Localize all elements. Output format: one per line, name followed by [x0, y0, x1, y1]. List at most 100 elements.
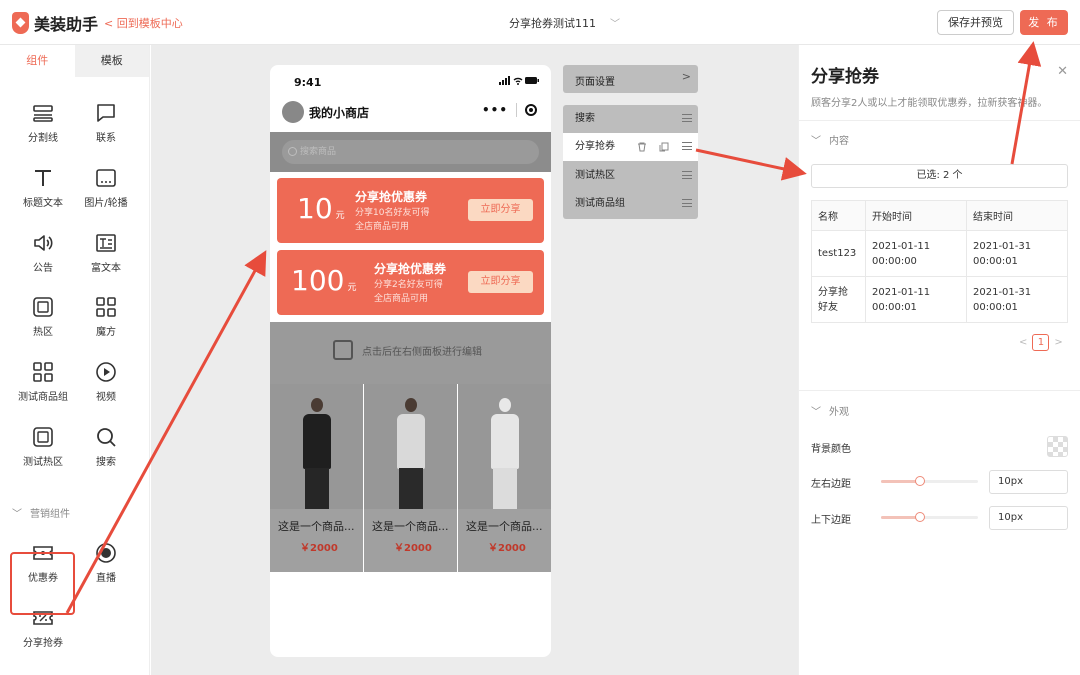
app-logo[interactable]: 美装助手 — [12, 11, 98, 35]
component-label: 搜索 — [96, 457, 116, 468]
grid-icon — [96, 297, 116, 317]
content-section-toggle[interactable]: ﹀ 内容 — [811, 132, 849, 147]
hotzone-placeholder[interactable]: 点击后在右侧面板进行编辑 — [270, 322, 551, 384]
column-header: 结束时间 — [966, 200, 1068, 231]
copy-icon[interactable] — [659, 142, 669, 152]
module-item-test-product-group[interactable]: 测试商品组 — [563, 190, 698, 218]
tb-margin-input[interactable]: 10px — [989, 506, 1068, 530]
drag-handle-icon[interactable] — [682, 142, 692, 150]
component-title-text[interactable]: 标题文本 — [13, 167, 73, 209]
tb-margin-slider[interactable] — [881, 512, 978, 522]
cell-time: 00:00:01 — [973, 301, 1018, 313]
slider-handle[interactable] — [914, 476, 925, 486]
appearance-section-toggle[interactable]: ﹀ 外观 — [811, 403, 849, 418]
module-item-test-hotzone[interactable]: 测试热区 — [563, 162, 698, 190]
lr-margin-input[interactable]: 10px — [989, 470, 1068, 494]
share-now-button[interactable]: 立即分享 — [468, 199, 533, 221]
component-label: 魔方 — [96, 327, 116, 338]
shop-header: 我的小商店 — [282, 101, 369, 123]
coupon-desc: 分享10名好友可得 全店商品可用 — [355, 206, 429, 234]
tab-templates[interactable]: 模板 — [74, 45, 149, 77]
column-header: 开始时间 — [865, 200, 967, 231]
delete-icon[interactable] — [637, 142, 647, 152]
component-label: 视频 — [96, 392, 116, 403]
table-row[interactable]: 分享抢 好友 2021-01-11 00:00:01 2021-01-31 00:00… — [811, 276, 1068, 323]
back-to-templates-link[interactable]: < 回到模板中心 — [104, 15, 183, 31]
cell-end: 2021-01-31 00:00:01 — [966, 230, 1068, 277]
product-card[interactable]: 这是一个商品... ￥2000 — [458, 384, 551, 572]
cell-start: 2021-01-11 00:00:01 — [865, 276, 967, 323]
table-row[interactable]: test123 2021-01-11 00:00:00 2021-01-31 00:… — [811, 230, 1068, 277]
coupon-card[interactable]: 10 元 分享抢优惠券 分享10名好友可得 全店商品可用 立即分享 — [277, 178, 544, 243]
component-divider[interactable]: 分割线 — [13, 102, 73, 144]
live-icon — [96, 543, 116, 563]
page-settings-button[interactable]: 页面设置 > — [563, 65, 698, 93]
drag-handle-icon[interactable] — [682, 199, 692, 207]
save-preview-button[interactable]: 保存并预览 — [937, 10, 1014, 35]
bg-color-picker[interactable] — [1047, 436, 1068, 457]
lr-margin-slider[interactable] — [881, 476, 978, 486]
product-image — [270, 384, 363, 509]
component-label: 分享抢券 — [23, 638, 63, 649]
drag-handle-icon[interactable] — [682, 171, 692, 179]
selected-coupons-button[interactable]: 已选: 2 个 — [811, 164, 1068, 188]
mini-program-capsule[interactable]: ••• — [482, 103, 537, 117]
component-hotzone[interactable]: 热区 — [13, 296, 73, 338]
component-live[interactable]: 直播 — [76, 542, 136, 584]
module-item-share-coupon[interactable]: 分享抢券 — [563, 133, 698, 161]
phone-preview: 9:41 我的小商店 ••• 搜索商品 10 元 分享抢优惠券 分享10名好友可得… — [270, 65, 551, 657]
pagination: < 1 > — [1019, 334, 1063, 351]
tab-components[interactable]: 组件 — [0, 45, 75, 77]
component-notice[interactable]: 公告 — [13, 232, 73, 274]
coupon-line2: 全店商品可用 — [374, 294, 429, 304]
panel-title: 分享抢券 — [811, 67, 879, 87]
component-label: 测试热区 — [23, 457, 63, 468]
component-image-carousel[interactable]: 图片/轮播 — [76, 167, 136, 209]
component-test-hotzone[interactable]: 测试热区 — [13, 426, 73, 468]
page-title-dropdown[interactable]: 分享抢券测试111 ﹀ — [509, 15, 620, 31]
drag-handle-icon[interactable] — [682, 114, 692, 122]
page-settings-label: 页面设置 — [575, 77, 615, 88]
more-icon[interactable]: ••• — [482, 103, 508, 117]
component-search[interactable]: 搜索 — [76, 426, 136, 468]
component-rich-text[interactable]: 富文本 — [76, 232, 136, 274]
component-contact[interactable]: 联系 — [76, 102, 136, 144]
cell-date: 2021-01-31 — [973, 286, 1032, 298]
marketing-section-toggle[interactable]: ﹀ 营销组件 — [12, 505, 70, 520]
coupon-card[interactable]: 100 元 分享抢优惠券 分享2名好友可得 全店商品可用 立即分享 — [277, 250, 544, 315]
search-module-preview[interactable]: 搜索商品 — [270, 132, 551, 172]
module-item-search[interactable]: 搜索 — [563, 105, 698, 133]
product-card[interactable]: 这是一个商品... ￥2000 — [364, 384, 457, 572]
slider-handle[interactable] — [914, 512, 925, 522]
coupon-line1: 分享2名好友可得 — [374, 280, 443, 290]
close-target-icon[interactable] — [525, 104, 537, 116]
cell-name-line: 好友 — [818, 301, 838, 313]
product-card[interactable]: 这是一个商品... ￥2000 — [270, 384, 363, 572]
product-image — [458, 384, 551, 509]
component-label: 直播 — [96, 573, 116, 584]
coupon-amount: 10 元 — [297, 192, 345, 225]
page-title: 分享抢券测试111 — [509, 17, 596, 30]
prev-page-icon[interactable]: < — [1019, 337, 1027, 348]
product-image — [364, 384, 457, 509]
component-magic-cube[interactable]: 魔方 — [76, 296, 136, 338]
component-video[interactable]: 视频 — [76, 361, 136, 403]
shop-avatar — [282, 101, 304, 123]
component-test-product-group[interactable]: 测试商品组 — [13, 361, 73, 403]
module-label: 搜索 — [575, 113, 595, 124]
share-now-button[interactable]: 立即分享 — [468, 271, 533, 293]
product-price: ￥2000 — [488, 543, 526, 554]
component-label: 公告 — [33, 263, 53, 274]
publish-button[interactable]: 发 布 — [1020, 10, 1068, 35]
hotzone-icon — [33, 427, 53, 447]
close-icon[interactable]: ✕ — [1057, 64, 1068, 79]
next-page-icon[interactable]: > — [1054, 337, 1062, 348]
module-label: 测试商品组 — [575, 198, 625, 209]
app-name: 美装助手 — [34, 15, 99, 34]
slider-fill — [881, 480, 920, 483]
logo-icon — [12, 12, 29, 34]
richtext-icon — [96, 234, 116, 252]
play-icon — [96, 362, 116, 382]
component-label: 图片/轮播 — [84, 198, 128, 209]
page-number[interactable]: 1 — [1032, 334, 1050, 351]
